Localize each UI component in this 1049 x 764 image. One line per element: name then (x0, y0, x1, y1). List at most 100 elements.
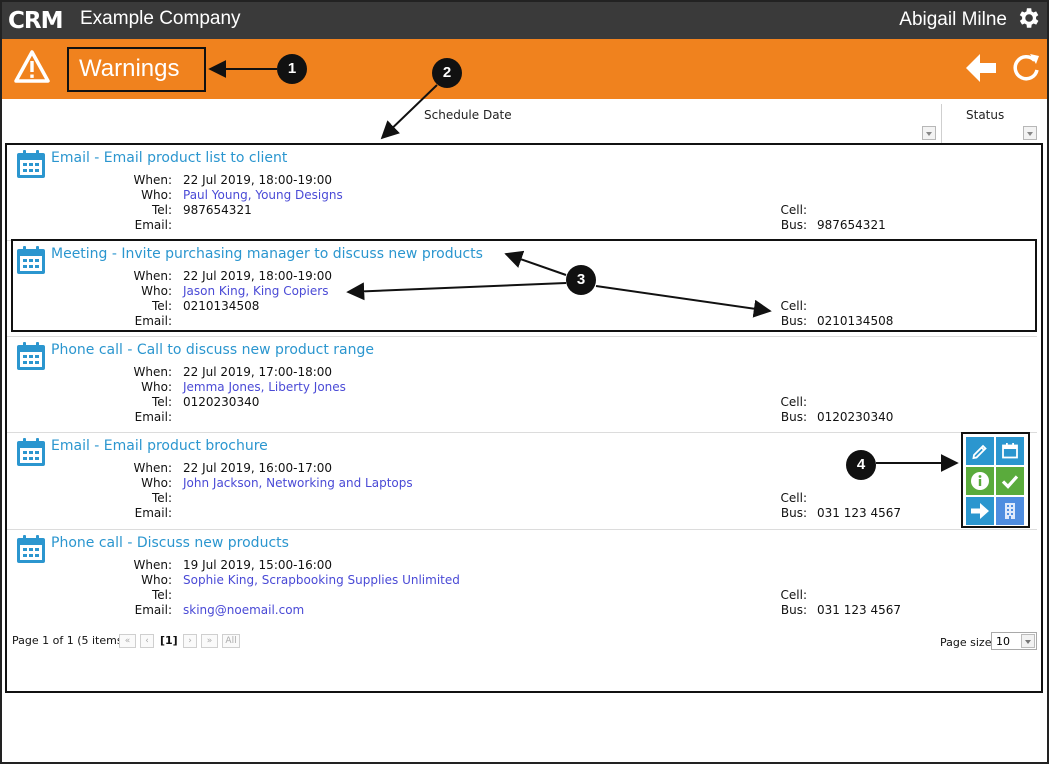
bus-label: Bus: (780, 410, 807, 424)
tel-label: Tel: (151, 203, 172, 217)
who-label: Who: (141, 476, 172, 490)
warning-triangle-icon (14, 50, 50, 83)
activity-title-link[interactable]: Email - Email product list to client (51, 150, 287, 166)
calendar-icon[interactable] (16, 149, 46, 179)
email-label: Email: (134, 410, 172, 424)
when-value: 22 Jul 2019, 16:00-17:00 (183, 461, 333, 475)
email-label: Email: (134, 314, 172, 328)
tel-label: Tel: (151, 395, 172, 409)
pager-summary: Page 1 of 1 (5 items) (12, 634, 127, 647)
callout-3: 3 (566, 265, 596, 295)
who-link[interactable]: Sophie King, Scrapbooking Supplies Unlim… (183, 573, 460, 587)
activity-row[interactable]: Phone call - Call to discuss new product… (7, 337, 1037, 433)
chevron-down-icon[interactable] (1021, 634, 1035, 648)
pager-first-button[interactable]: « (119, 634, 136, 648)
who-label: Who: (141, 380, 172, 394)
info-icon[interactable] (966, 467, 994, 495)
when-label: When: (133, 269, 172, 283)
cell-label: Cell: (780, 203, 807, 217)
bus-value: 0120230340 (817, 410, 894, 424)
who-label: Who: (141, 573, 172, 587)
company-name: Example Company (80, 8, 241, 29)
pager-current-page[interactable]: [1] (160, 634, 178, 647)
activity-title-link[interactable]: Phone call - Call to discuss new product… (51, 342, 374, 358)
edit-icon[interactable] (966, 437, 994, 465)
page-size-value: 10 (996, 635, 1010, 648)
gear-icon[interactable] (1015, 5, 1041, 31)
who-link[interactable]: Paul Young, Young Designs (183, 188, 343, 202)
who-label: Who: (141, 284, 172, 298)
callout-2: 2 (432, 58, 462, 88)
when-label: When: (133, 173, 172, 187)
activity-title-link[interactable]: Email - Email product brochure (51, 438, 268, 454)
email-label: Email: (134, 506, 172, 520)
cell-label: Cell: (780, 588, 807, 602)
bus-label: Bus: (780, 506, 807, 520)
top-bar: CRM Example Company Abigail Milne (0, 0, 1049, 39)
when-label: When: (133, 365, 172, 379)
who-link[interactable]: Jemma Jones, Liberty Jones (183, 380, 346, 394)
when-value: 22 Jul 2019, 17:00-18:00 (183, 365, 333, 379)
complete-check-icon[interactable] (996, 467, 1024, 495)
bus-value: 031 123 4567 (817, 506, 901, 520)
when-value: 22 Jul 2019, 18:00-19:00 (183, 269, 333, 283)
pager-prev-button[interactable]: ‹ (140, 634, 154, 648)
activity-row[interactable]: Email - Email product brochure When: Who: T… (7, 433, 1037, 530)
row-action-grid (961, 432, 1030, 528)
bus-label: Bus: (780, 603, 807, 617)
column-header-schedule-date[interactable]: Schedule Date (424, 108, 512, 122)
cell-label: Cell: (780, 299, 807, 313)
back-arrow-icon[interactable] (964, 51, 998, 85)
pager-next-button[interactable]: › (183, 634, 197, 648)
calendar-icon[interactable] (16, 534, 46, 564)
calendar-icon[interactable] (16, 341, 46, 371)
company-building-icon[interactable] (996, 497, 1024, 525)
pager-all-button[interactable]: All (222, 634, 240, 648)
activity-row[interactable]: Phone call - Discuss new products When: Wh… (7, 530, 1037, 625)
go-arrow-icon[interactable] (966, 497, 994, 525)
tel-value: 987654321 (183, 203, 252, 217)
who-link[interactable]: Jason King, King Copiers (183, 284, 328, 298)
bus-value: 031 123 4567 (817, 603, 901, 617)
tel-value: 0120230340 (183, 395, 260, 409)
tel-label: Tel: (151, 491, 172, 505)
logo-text: CRM (8, 8, 62, 32)
status-filter-button[interactable] (1023, 126, 1037, 140)
pager-last-button[interactable]: » (201, 634, 218, 648)
crm-logo[interactable]: CRM (8, 6, 72, 32)
tel-label: Tel: (151, 588, 172, 602)
calendar-icon[interactable] (16, 437, 46, 467)
page-header: Warnings (0, 39, 1049, 99)
column-header-status[interactable]: Status (966, 108, 1004, 122)
email-label: Email: (134, 603, 172, 617)
who-label: Who: (141, 188, 172, 202)
when-value: 22 Jul 2019, 18:00-19:00 (183, 173, 333, 187)
page-title-highlight: Warnings (67, 47, 206, 92)
page-size-select[interactable]: 10 (991, 632, 1037, 650)
schedule-date-filter-button[interactable] (922, 126, 936, 140)
bus-value: 987654321 (817, 218, 886, 232)
page-title: Warnings (79, 55, 180, 82)
when-label: When: (133, 558, 172, 572)
bus-value: 0210134508 (817, 314, 894, 328)
page-size-label: Page size: (940, 636, 996, 649)
reschedule-calendar-icon[interactable] (996, 437, 1024, 465)
callout-4: 4 (846, 450, 876, 480)
email-link[interactable]: sking@noemail.com (183, 603, 304, 617)
activity-title-link[interactable]: Phone call - Discuss new products (51, 535, 289, 551)
when-label: When: (133, 461, 172, 475)
refresh-icon[interactable] (1010, 51, 1042, 85)
who-link[interactable]: John Jackson, Networking and Laptops (183, 476, 413, 490)
activity-row[interactable]: Email - Email product list to client When… (7, 145, 1037, 241)
user-name[interactable]: Abigail Milne (899, 9, 1007, 31)
bus-label: Bus: (780, 218, 807, 232)
calendar-icon[interactable] (16, 245, 46, 275)
activity-row[interactable]: Meeting - Invite purchasing manager to d… (7, 241, 1037, 337)
cell-label: Cell: (780, 491, 807, 505)
email-label: Email: (134, 218, 172, 232)
activity-title-link[interactable]: Meeting - Invite purchasing manager to d… (51, 246, 483, 262)
bus-label: Bus: (780, 314, 807, 328)
when-value: 19 Jul 2019, 15:00-16:00 (183, 558, 333, 572)
column-divider (941, 104, 942, 144)
cell-label: Cell: (780, 395, 807, 409)
